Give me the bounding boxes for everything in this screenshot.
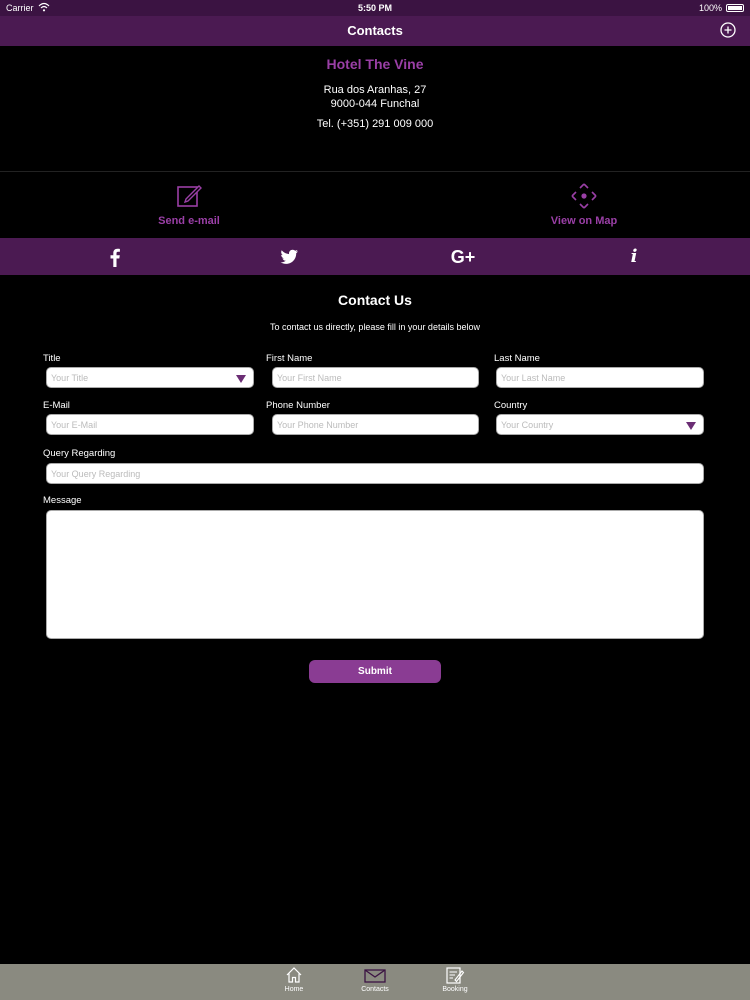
last-name-label: Last Name	[494, 353, 540, 364]
phone-field[interactable]: Your Phone Number	[272, 414, 479, 435]
twitter-icon[interactable]	[277, 246, 301, 268]
tab-home[interactable]: Home	[264, 966, 324, 993]
phone-placeholder: Your Phone Number	[277, 420, 359, 430]
navigation-bar: Contacts	[0, 16, 750, 46]
view-on-map-label: View on Map	[550, 215, 618, 227]
address-line-2: 9000-044 Funchal	[330, 98, 420, 110]
query-placeholder: Your Query Regarding	[51, 469, 141, 479]
home-icon	[286, 967, 302, 983]
hotel-phone[interactable]: Tel. (+351) 291 009 000	[0, 118, 750, 130]
view-on-map-button[interactable]: View on Map	[484, 183, 684, 227]
tab-home-label: Home	[284, 986, 304, 993]
facebook-icon[interactable]	[103, 246, 127, 268]
send-email-button[interactable]: Send e-mail	[89, 183, 289, 227]
hotel-address: Rua dos Aranhas, 27 9000-044 Funchal	[0, 83, 750, 111]
last-name-placeholder: Your Last Name	[501, 373, 566, 383]
contact-us-heading: Contact Us	[338, 292, 412, 308]
contact-intro-text: To contact us directly, please fill in y…	[270, 322, 480, 332]
tab-booking-label: Booking	[442, 986, 468, 993]
country-placeholder: Your Country	[501, 420, 554, 430]
clock: 5:50 PM	[357, 3, 392, 13]
google-plus-icon[interactable]: G+	[448, 246, 478, 268]
address-line-1: Rua dos Aranhas, 27	[323, 84, 427, 96]
country-label: Country	[494, 400, 528, 411]
send-email-label: Send e-mail	[158, 215, 220, 227]
hotel-name: Hotel The Vine	[326, 56, 424, 72]
first-name-label: First Name	[266, 353, 313, 364]
booking-icon	[446, 967, 465, 984]
query-label: Query Regarding	[43, 448, 116, 459]
battery-icon	[726, 4, 744, 12]
title-placeholder: Your Title	[51, 373, 89, 383]
email-label: E-Mail	[43, 400, 70, 411]
tab-bar: Home Contacts Booking	[0, 964, 750, 1000]
message-textarea[interactable]	[46, 510, 704, 639]
country-select[interactable]: Your Country	[496, 414, 704, 435]
map-pin-icon	[571, 183, 597, 209]
tab-contacts-label: Contacts	[361, 986, 389, 993]
tab-contacts[interactable]: Contacts	[345, 966, 405, 993]
last-name-field[interactable]: Your Last Name	[496, 367, 704, 388]
info-icon[interactable]: i	[622, 246, 646, 268]
envelope-icon	[364, 969, 386, 983]
email-placeholder: Your E-Mail	[51, 420, 98, 430]
tab-booking[interactable]: Booking	[425, 966, 485, 993]
title-select[interactable]: Your Title	[46, 367, 254, 388]
social-bar: G+ i	[0, 238, 750, 275]
hotel-info: Hotel The Vine Rua dos Aranhas, 27 9000-…	[0, 56, 750, 130]
email-field[interactable]: Your E-Mail	[46, 414, 254, 435]
title-label: Title	[43, 353, 61, 364]
chevron-down-icon	[686, 422, 696, 430]
message-label: Message	[43, 495, 82, 506]
first-name-field[interactable]: Your First Name	[272, 367, 479, 388]
divider	[0, 171, 750, 172]
add-circle-icon[interactable]	[720, 22, 736, 38]
first-name-placeholder: Your First Name	[277, 373, 342, 383]
phone-label: Phone Number	[266, 400, 330, 411]
page-title: Contacts	[347, 23, 403, 38]
battery-percent: 100%	[698, 3, 722, 13]
submit-button[interactable]: Submit	[309, 660, 441, 683]
chevron-down-icon	[236, 375, 246, 383]
status-bar: Carrier 5:50 PM 100%	[0, 0, 750, 16]
edit-icon	[177, 185, 202, 207]
query-field[interactable]: Your Query Regarding	[46, 463, 704, 484]
